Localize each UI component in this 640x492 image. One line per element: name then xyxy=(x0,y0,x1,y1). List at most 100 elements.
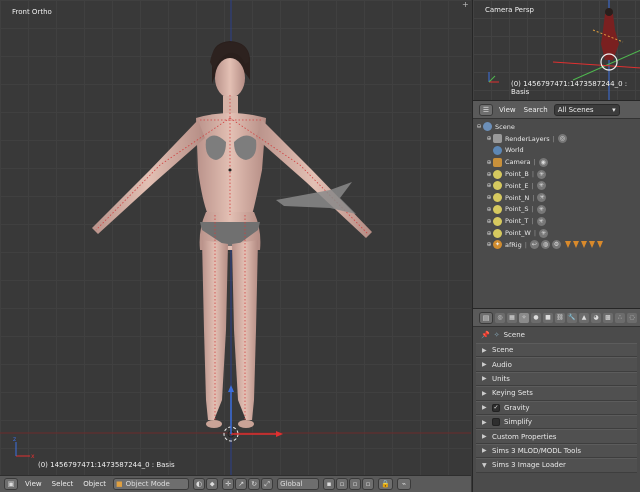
lock-icon[interactable]: 🔒 xyxy=(378,478,393,490)
rotate-icon[interactable]: ↻ xyxy=(248,478,261,490)
outliner-search-menu[interactable]: Search xyxy=(522,106,550,114)
armature-icon: ✦ xyxy=(493,240,502,250)
panel-gravity[interactable]: ▶ ✓ Gravity xyxy=(476,400,637,415)
row-label: Point_E xyxy=(505,181,529,190)
lamp-icon xyxy=(493,228,502,238)
simplify-checkbox[interactable] xyxy=(492,418,500,427)
collapse-arrow-icon: ▶ xyxy=(482,447,487,455)
camera-view-label: Camera Persp xyxy=(485,6,534,14)
panel-sims3-mlod-tools[interactable]: ▶ Sims 3 MLOD/MODL Tools xyxy=(476,443,637,459)
layer-1[interactable]: ▪ xyxy=(323,478,336,490)
shading-group: ◐ ⬥ xyxy=(193,478,219,490)
expand-icon[interactable]: ⊕ xyxy=(485,135,493,142)
expand-icon[interactable]: ⊖ xyxy=(475,123,483,130)
expand-icon[interactable]: ⊕ xyxy=(485,171,493,178)
outliner-row-afrig[interactable]: ⊕ ✦ afRig | ↩ ◍ ⚙ xyxy=(473,239,640,251)
view-menu[interactable]: View xyxy=(22,480,45,488)
outliner-row-point-s[interactable]: ⊕ Point_S | ✳ xyxy=(473,204,640,216)
render-tab-icon[interactable]: ◎ xyxy=(495,312,505,323)
texture-tab-icon[interactable]: ▩ xyxy=(603,312,613,323)
world-tab-icon[interactable]: ● xyxy=(531,312,541,323)
layers-tab-icon[interactable]: ▦ xyxy=(507,312,517,323)
expand-icon[interactable]: ⊕ xyxy=(485,182,493,189)
expand-icon[interactable]: ⊕ xyxy=(485,218,493,225)
outliner-row-point-w[interactable]: ⊕ Point_W | ✳ xyxy=(473,227,640,239)
outliner-row-world[interactable]: World xyxy=(473,145,640,157)
area-split-icon[interactable]: + xyxy=(462,1,469,9)
expand-icon[interactable]: ⊕ xyxy=(485,241,493,248)
lamp-icon xyxy=(493,169,502,179)
particles-tab-icon[interactable]: ∴ xyxy=(615,312,625,323)
outliner-row-renderlayers[interactable]: ⊕ RenderLayers | ◎ xyxy=(473,133,640,145)
panel-keying-sets[interactable]: ▶ Keying Sets xyxy=(476,386,637,401)
mode-select[interactable]: ■ Object Mode xyxy=(113,478,190,490)
row-label: Camera xyxy=(505,158,531,167)
scene-tab-icon[interactable]: ✧ xyxy=(519,312,529,323)
pose-icon: ⚙ xyxy=(551,240,561,250)
panel-scene[interactable]: ▶ Scene xyxy=(476,343,637,358)
outliner-row-point-e[interactable]: ⊕ Point_E | ✳ xyxy=(473,180,640,192)
mesh-icon: ◍ xyxy=(540,240,550,250)
layer-2[interactable]: ▫ xyxy=(336,478,349,490)
row-label: World xyxy=(505,146,524,155)
render-icon: ◎ xyxy=(557,134,567,144)
display-mode-label: All Scenes xyxy=(557,105,594,114)
panel-units[interactable]: ▶ Units xyxy=(476,371,637,387)
display-mode-select[interactable]: All Scenes ▾ xyxy=(553,103,620,116)
panel-custom-properties[interactable]: ▶ Custom Properties xyxy=(476,429,637,444)
lamp-data-icon: ✳ xyxy=(537,169,547,179)
gravity-checkbox[interactable]: ✓ xyxy=(492,403,500,412)
expand-icon[interactable]: ⊕ xyxy=(485,159,493,166)
material-tab-icon[interactable]: ◕ xyxy=(591,312,601,323)
snap-icon[interactable]: ⌁ xyxy=(396,478,411,490)
collapse-arrow-icon: ▶ xyxy=(482,375,487,383)
3d-viewport[interactable]: x z Front Ortho + (0) 1456797471:1473587… xyxy=(0,0,471,475)
properties-header: ▤ ◎ ▦ ✧ ● ■ ⛓ 🔧 ▲ ◕ ▩ ∴ ◌ xyxy=(473,309,640,327)
data-tab-icon[interactable]: ▲ xyxy=(579,312,589,323)
physics-tab-icon[interactable]: ◌ xyxy=(627,312,637,323)
lamp-data-icon: ✳ xyxy=(537,193,547,203)
shading-icon[interactable]: ◐ xyxy=(193,478,206,490)
row-label: afRig xyxy=(505,240,522,249)
select-menu[interactable]: Select xyxy=(49,480,77,488)
modifier-icon: ↩ xyxy=(529,240,539,250)
outliner-row-point-n[interactable]: ⊕ Point_N | ✳ xyxy=(473,192,640,204)
expand-arrow-icon: ▼ xyxy=(482,461,487,469)
outliner: ☰ View Search All Scenes ▾ ⊖ Scene ⊕ Ren… xyxy=(472,100,640,308)
scale-icon[interactable]: ⤢ xyxy=(261,478,274,490)
object-menu[interactable]: Object xyxy=(80,480,109,488)
properties-editor-icon[interactable]: ▤ xyxy=(479,311,493,324)
object-tab-icon[interactable]: ■ xyxy=(543,312,553,323)
panel-audio[interactable]: ▶ Audio xyxy=(476,357,637,372)
constraints-tab-icon[interactable]: ⛓ xyxy=(555,312,565,323)
pivot-icon[interactable]: ⬥ xyxy=(206,478,219,490)
layer-4[interactable]: ▫ xyxy=(362,478,375,490)
orientation-select[interactable]: Global xyxy=(277,478,320,490)
viewport-status: (0) 1456797471:1473587244_0 : Basis xyxy=(38,461,175,469)
panel-label: Simplify xyxy=(504,418,533,427)
editor-type-icon[interactable]: ▣ xyxy=(4,478,18,490)
outliner-row-scene[interactable]: ⊖ Scene xyxy=(473,121,640,133)
panel-simplify[interactable]: ▶ Simplify xyxy=(476,414,637,430)
layer-3[interactable]: ▫ xyxy=(349,478,362,490)
translate-icon[interactable]: ↗ xyxy=(235,478,248,490)
camera-viewport[interactable]: Camera Persp (0) 1456797471:1473587244_0… xyxy=(472,0,640,100)
lamp-data-icon: ✳ xyxy=(536,204,546,214)
panel-sims3-image-loader[interactable]: ▼ Sims 3 Image Loader xyxy=(476,458,637,473)
expand-icon[interactable]: ⊕ xyxy=(485,206,493,213)
head xyxy=(215,58,245,98)
character-model[interactable]: x z xyxy=(0,0,471,475)
collapse-arrow-icon: ▶ xyxy=(482,389,487,397)
outliner-row-camera[interactable]: ⊕ Camera | ◉ xyxy=(473,156,640,168)
expand-icon[interactable]: ⊕ xyxy=(485,230,493,237)
expand-icon[interactable]: ⊕ xyxy=(485,194,493,201)
outliner-row-point-b[interactable]: ⊕ Point_B | ✳ xyxy=(473,168,640,180)
outliner-view-menu[interactable]: View xyxy=(497,106,518,114)
outliner-row-point-t[interactable]: ⊕ Point_T | ✳ xyxy=(473,215,640,227)
manipulator-toggle-icon[interactable]: ✛ xyxy=(222,478,235,490)
modifiers-tab-icon[interactable]: 🔧 xyxy=(567,312,577,323)
scene-icon xyxy=(483,122,492,132)
pin-icon[interactable]: 📌 xyxy=(481,331,490,339)
outliner-editor-icon[interactable]: ☰ xyxy=(479,103,493,116)
chevron-down-icon: ▾ xyxy=(612,105,616,114)
